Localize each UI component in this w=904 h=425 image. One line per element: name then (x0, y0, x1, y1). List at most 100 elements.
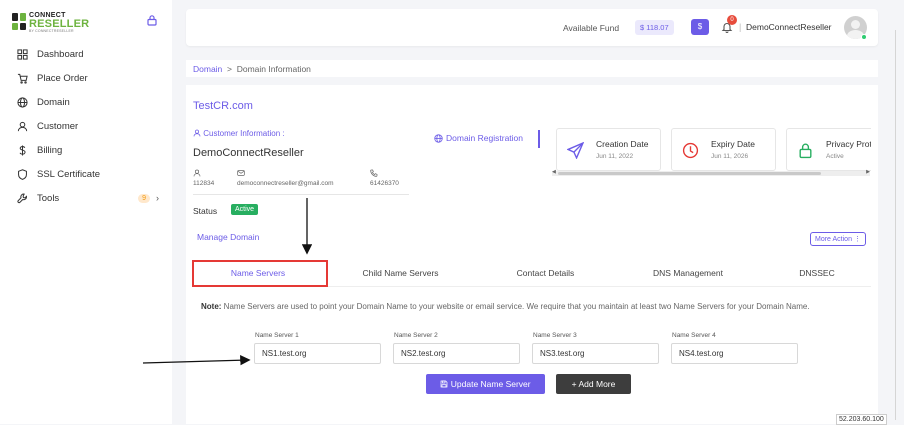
status-badge: Active (231, 204, 259, 215)
clock-icon (682, 142, 699, 159)
add-more-button[interactable]: + Add More (556, 374, 631, 394)
sidebar-item-label: Customer (37, 120, 79, 132)
add-funds-button[interactable]: $ (691, 19, 709, 35)
sidebar-item-label: Billing (37, 144, 63, 156)
name-server-4-group: Name Server 4 NS4.test.org (671, 332, 801, 364)
customer-info-label: Customer Information : (193, 129, 285, 138)
name-server-3-group: Name Server 3 NS3.test.org (532, 332, 662, 364)
creation-date-card: Creation Date Jun 11, 2022 (556, 128, 661, 171)
domain-registration-link[interactable]: Domain Registration (434, 133, 523, 143)
sidebar-item-domain[interactable]: Domain (15, 90, 165, 114)
name-server-2-group: Name Server 2 NS2.test.org (393, 332, 523, 364)
sidebar: CONNECT RESELLER BY CONNECTRESELLER Dash… (0, 0, 172, 424)
manage-domain-link[interactable]: Manage Domain (197, 232, 259, 242)
breadcrumb-separator: > (227, 64, 232, 74)
top-bar: Available Fund $ 118.07 $ 0 | DemoConnec… (186, 9, 878, 46)
domain-name-title: TestCR.com (193, 100, 253, 112)
sidebar-item-billing[interactable]: Billing (15, 138, 165, 162)
send-icon (567, 142, 584, 159)
save-icon (441, 380, 448, 388)
expiry-date-card: Expiry Date Jun 11, 2026 (671, 128, 776, 171)
card-title: Creation Date (596, 139, 649, 149)
globe-icon (15, 95, 29, 109)
update-name-server-button[interactable]: Update Name Server (426, 374, 545, 394)
dashboard-icon (15, 47, 29, 61)
breadcrumb: Domain > Domain Information (193, 64, 311, 74)
name-server-label: Name Server 3 (533, 332, 577, 339)
info-cards: Creation Date Jun 11, 2022 Expiry Date J… (556, 128, 871, 173)
name-server-label: Name Server 4 (672, 332, 716, 339)
right-gutter (888, 0, 904, 424)
name-server-1-input[interactable]: NS1.test.org (254, 343, 381, 364)
lock-icon (799, 143, 812, 159)
user-name[interactable]: DemoConnectReseller (746, 22, 832, 32)
name-server-label: Name Server 1 (255, 332, 299, 339)
wrench-icon (15, 191, 29, 205)
divider (193, 194, 409, 195)
privacy-protection-card: Privacy Protection Active (786, 128, 871, 171)
scroll-left-icon[interactable]: ◀ (552, 169, 556, 175)
name-server-2-input[interactable]: NS2.test.org (393, 343, 520, 364)
domain-info-panel: TestCR.com Customer Information : DemoCo… (186, 85, 878, 424)
card-title: Privacy Protection (826, 139, 871, 149)
domain-registration-active-bar (538, 130, 540, 148)
scroll-right-icon[interactable]: ▶ (866, 169, 870, 175)
name-server-1-group: Name Server 1 NS1.test.org (254, 332, 384, 364)
sidebar-item-dashboard[interactable]: Dashboard (15, 42, 165, 66)
available-fund-label: Available Fund (563, 23, 620, 33)
user-icon (193, 129, 201, 137)
shield-icon (15, 167, 29, 181)
tab-contact-details[interactable]: Contact Details (478, 259, 613, 287)
annotation-highlight-box (192, 260, 328, 287)
globe-icon (434, 133, 443, 143)
cart-icon (15, 71, 29, 85)
sidebar-item-label: Dashboard (37, 48, 84, 60)
card-title: Expiry Date (711, 139, 755, 149)
tab-dnssec[interactable]: DNSSEC (763, 259, 871, 287)
name-server-note: Note: Name Servers are used to point you… (201, 302, 810, 311)
customer-phone: 61426370 (370, 169, 414, 187)
logo[interactable]: CONNECT RESELLER BY CONNECTRESELLER (12, 12, 89, 34)
breadcrumb-bar: Domain > Domain Information (186, 60, 878, 77)
page-scroll-track[interactable] (895, 30, 896, 420)
card-value: Jun 11, 2022 (596, 153, 634, 160)
sidebar-item-label: Tools (37, 192, 60, 204)
breadcrumb-current: Domain Information (236, 64, 311, 74)
ip-address-badge: 52.203.60.100 (836, 414, 887, 425)
available-fund-value: $ 118.07 (635, 20, 674, 35)
online-status-dot (861, 34, 867, 40)
notification-badge: 0 (727, 15, 737, 25)
phone-icon (370, 169, 378, 177)
sidebar-item-tools[interactable]: Tools 9 › (15, 186, 165, 210)
user-icon (15, 119, 29, 133)
breadcrumb-domain-link[interactable]: Domain (193, 64, 222, 74)
sidebar-item-ssl-certificate[interactable]: SSL Certificate (15, 162, 165, 186)
logo-sub-text: BY CONNECTRESELLER (29, 29, 74, 33)
name-server-label: Name Server 2 (394, 332, 438, 339)
logo-icon (12, 13, 26, 30)
customer-id: 112834 (193, 169, 237, 187)
cards-scrollbar[interactable]: ◀ ▶ (552, 169, 870, 176)
name-server-4-input[interactable]: NS4.test.org (671, 343, 798, 364)
sidebar-item-place-order[interactable]: Place Order (15, 66, 165, 90)
sidebar-item-label: Place Order (37, 72, 88, 84)
customer-details: 112834 democonnectreseller@gmail.com 614… (193, 169, 414, 187)
status-label: Status (193, 206, 218, 216)
card-value: Jun 11, 2026 (711, 153, 749, 160)
card-value: Active (826, 153, 844, 160)
header-separator: | (739, 22, 742, 32)
name-server-3-input[interactable]: NS3.test.org (532, 343, 659, 364)
customer-email: democonnectreseller@gmail.com (237, 169, 370, 187)
chevron-right-icon[interactable]: › (156, 193, 159, 203)
sidebar-item-label: SSL Certificate (37, 168, 101, 180)
tools-count-badge: 9 (138, 193, 150, 203)
sidebar-item-customer[interactable]: Customer (15, 114, 165, 138)
mail-icon (237, 170, 245, 176)
user-icon (193, 169, 201, 177)
tab-child-name-servers[interactable]: Child Name Servers (333, 259, 468, 287)
sidebar-lock-icon[interactable] (146, 14, 158, 26)
scrollbar-thumb[interactable] (558, 172, 821, 175)
more-action-button[interactable]: More Action ⋮ (810, 232, 866, 246)
tab-dns-management[interactable]: DNS Management (623, 259, 753, 287)
sidebar-nav: Dashboard Place Order Domain Customer Bi… (15, 42, 165, 210)
